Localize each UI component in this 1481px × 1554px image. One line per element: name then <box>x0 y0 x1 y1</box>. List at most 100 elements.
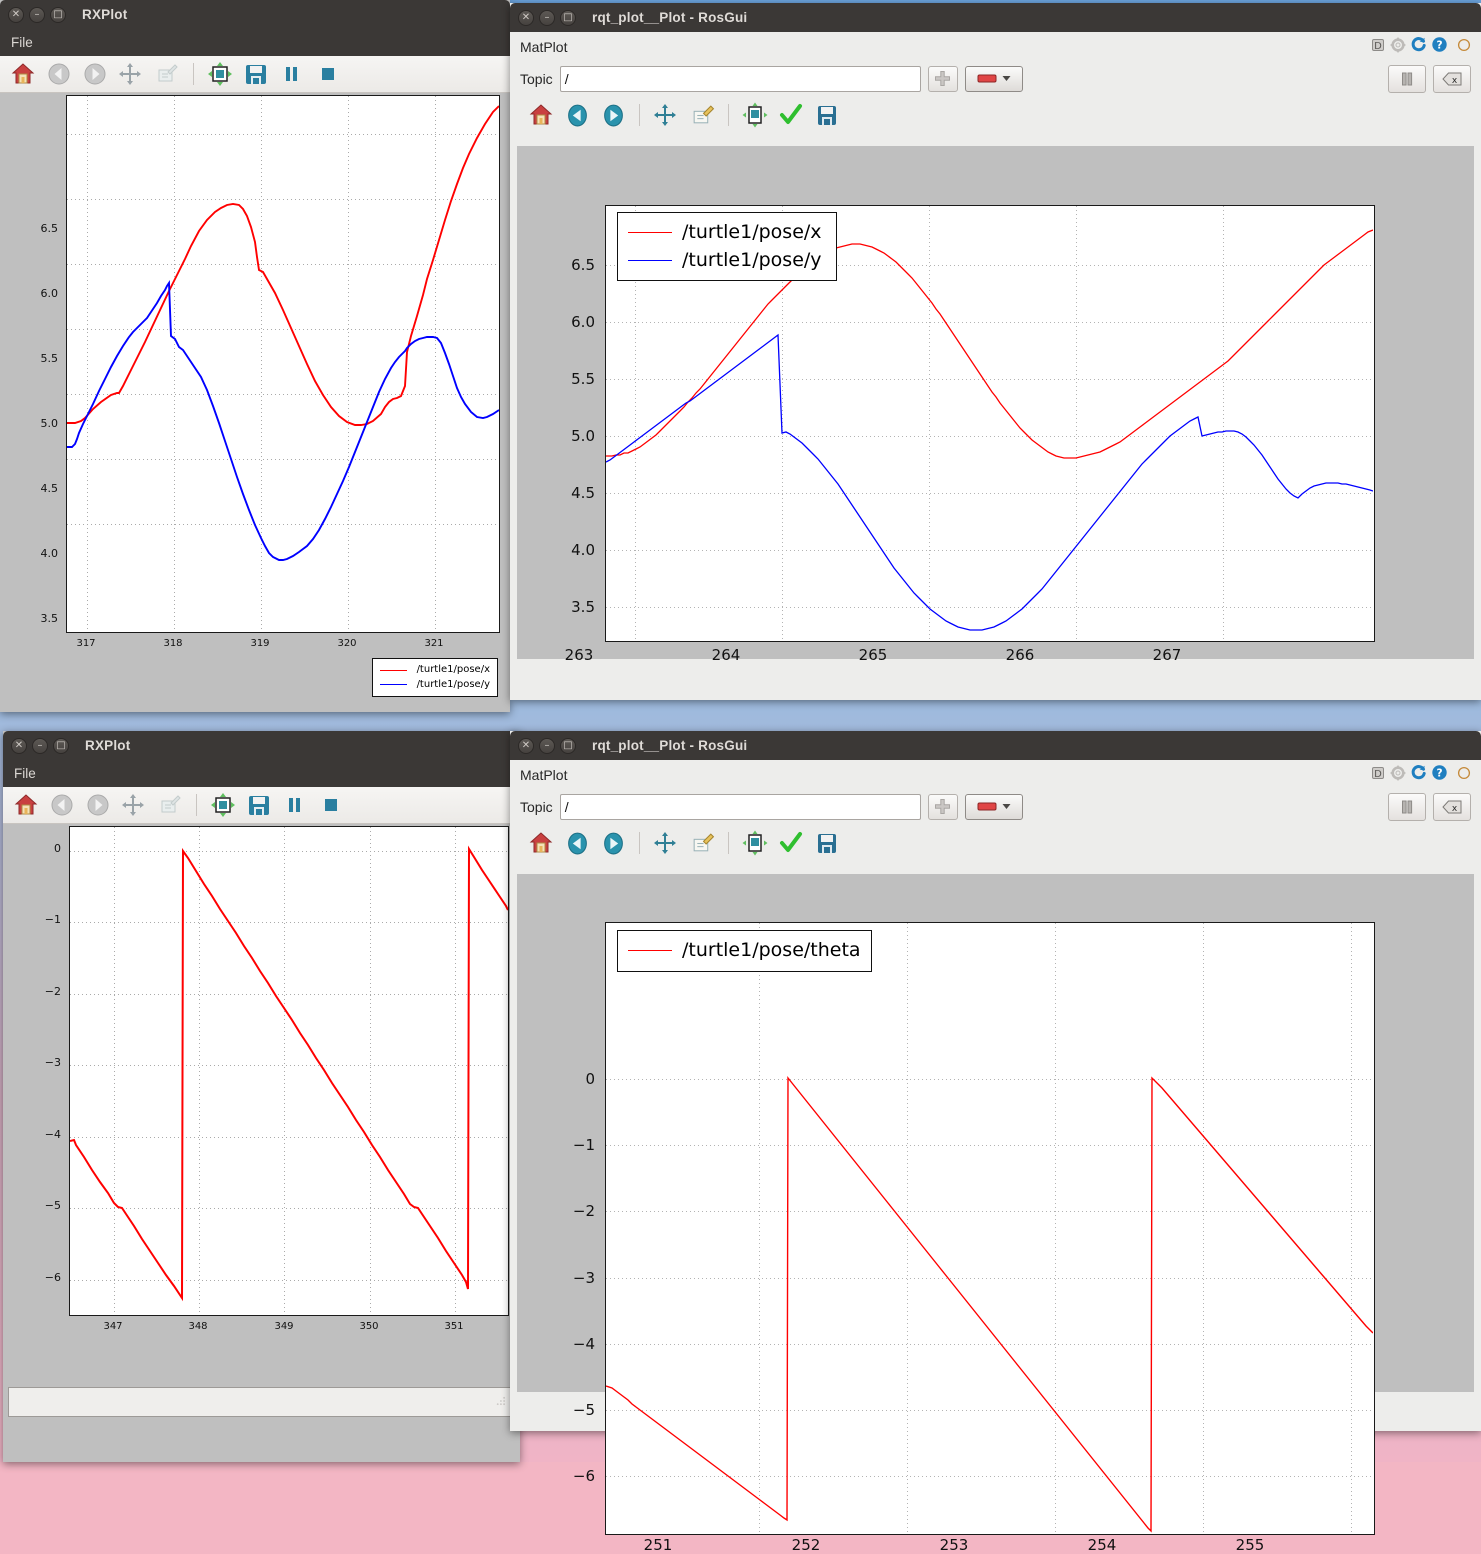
legend-swatch-y <box>380 684 407 686</box>
back-arrow-icon[interactable] <box>562 100 592 130</box>
y-tick-label: 0 <box>585 1070 595 1088</box>
zoom-rect-icon[interactable] <box>687 828 717 858</box>
menubar-rxplot-bottom[interactable]: File <box>3 760 520 787</box>
configure-subplots-icon[interactable] <box>208 790 238 820</box>
maximize-icon[interactable]: □ <box>560 9 576 26</box>
add-topic-button[interactable] <box>927 793 958 820</box>
autoscale-check-icon[interactable] <box>776 100 806 130</box>
toolbar-rxplot-bottom[interactable] <box>3 787 520 824</box>
pause-icon[interactable] <box>277 59 307 89</box>
add-topic-button[interactable] <box>927 65 958 92</box>
stop-icon[interactable] <box>313 59 343 89</box>
svg-text:x: x <box>1452 804 1458 814</box>
gear-icon[interactable] <box>1390 37 1406 58</box>
toolbar-rxplot-top[interactable] <box>0 56 510 93</box>
reload-icon[interactable] <box>1410 764 1427 786</box>
minimize-icon[interactable]: – <box>29 6 45 23</box>
chart-axes-rxplot-top <box>66 95 500 633</box>
save-disk-icon[interactable] <box>244 790 274 820</box>
pause-button[interactable] <box>1388 792 1426 821</box>
zoom-rect-icon[interactable] <box>687 100 717 130</box>
home-icon[interactable] <box>11 790 41 820</box>
configure-subplots-icon[interactable] <box>740 828 770 858</box>
clear-button[interactable]: x <box>1433 64 1471 93</box>
titlebar-rqt-top[interactable]: ✕ – □ rqt_plot__Plot - RosGui <box>510 3 1481 32</box>
window-rxplot-top[interactable]: ✕ – □ RXPlot File 6.5 6.0 5.5 5.0 4.5 4.… <box>0 0 510 712</box>
window-rxplot-bottom[interactable]: ✕ – □ RXPlot File 0 −1 −2 −3 −4 −5 −6 34… <box>3 731 520 1462</box>
y-tick-label: 4.0 <box>40 547 59 560</box>
topic-input[interactable]: / <box>559 65 921 92</box>
pan-move-icon[interactable] <box>116 59 146 89</box>
chart-legend-rqt-bottom: /turtle1/pose/theta <box>617 930 872 972</box>
back-arrow-icon <box>44 59 74 89</box>
maximize-icon[interactable]: □ <box>53 737 69 754</box>
dock-icon[interactable]: D <box>1370 765 1386 786</box>
stop-icon[interactable] <box>316 790 346 820</box>
chart-legend-rqt-top: /turtle1/pose/x /turtle1/pose/y <box>617 212 837 282</box>
y-tick-label: 3.5 <box>571 598 595 616</box>
matplotlib-toolbar-top[interactable] <box>510 95 1481 135</box>
home-icon[interactable] <box>526 100 556 130</box>
plot-pane-rqt-bottom: 0 −1 −2 −3 −4 −5 −6 251 252 253 254 255 <box>517 874 1474 1554</box>
configure-subplots-icon[interactable] <box>740 100 770 130</box>
legend-entry: /turtle1/pose/x <box>380 663 490 678</box>
window-rqt-top[interactable]: ✕ – □ rqt_plot__Plot - RosGui MatPlot D … <box>510 3 1481 700</box>
y-tick-label: 3.5 <box>40 612 59 625</box>
menubar-rxplot-top[interactable]: File <box>0 29 510 56</box>
toolbar-separator <box>728 832 729 854</box>
home-icon[interactable] <box>526 828 556 858</box>
pause-button[interactable] <box>1388 64 1426 93</box>
legend-label-x: /turtle1/pose/x <box>416 664 490 675</box>
topic-label: Topic <box>520 70 553 87</box>
pan-move-icon[interactable] <box>651 828 681 858</box>
chart-legend-rxplot-top: /turtle1/pose/x /turtle1/pose/y <box>372 658 498 697</box>
window-rqt-bottom[interactable]: ✕ – □ rqt_plot__Plot - RosGui MatPlot D … <box>510 731 1481 1554</box>
help-icon[interactable]: ? <box>1431 36 1448 58</box>
forward-arrow-icon[interactable] <box>598 100 628 130</box>
minimize-icon[interactable]: – <box>539 9 555 26</box>
maximize-icon[interactable]: □ <box>50 6 66 23</box>
autoscale-check-icon[interactable] <box>776 828 806 858</box>
help-icon[interactable]: ? <box>1431 764 1448 786</box>
plugin-header-icons[interactable]: D ? <box>1370 36 1471 58</box>
close-icon[interactable]: ✕ <box>11 737 27 754</box>
save-disk-icon[interactable] <box>812 100 842 130</box>
titlebar-rqt-bottom[interactable]: ✕ – □ rqt_plot__Plot - RosGui <box>510 731 1481 760</box>
topic-row-top: Topic / x <box>510 62 1481 95</box>
close-icon[interactable]: ✕ <box>518 9 534 26</box>
plugin-header-icons[interactable]: D ? <box>1370 764 1471 786</box>
configure-subplots-icon[interactable] <box>205 59 235 89</box>
resize-grip-icon[interactable] <box>494 1396 506 1406</box>
close-icon[interactable]: ✕ <box>8 6 24 23</box>
svg-text:x: x <box>1452 76 1458 86</box>
gear-icon[interactable] <box>1390 765 1406 786</box>
titlebar-rxplot-bottom[interactable]: ✕ – □ RXPlot <box>3 731 520 760</box>
remove-topic-button[interactable] <box>964 793 1023 820</box>
minimize-icon[interactable]: – <box>32 737 48 754</box>
home-icon[interactable] <box>8 59 38 89</box>
pan-move-icon[interactable] <box>119 790 149 820</box>
remove-topic-button[interactable] <box>964 65 1023 92</box>
x-tick-label: 317 <box>76 638 96 649</box>
maximize-icon[interactable]: □ <box>560 737 576 754</box>
dock-icon[interactable]: D <box>1370 37 1386 58</box>
minimize-icon[interactable]: – <box>539 737 555 754</box>
y-tick-label: 5.5 <box>571 370 595 388</box>
titlebar-rxplot-top[interactable]: ✕ – □ RXPlot <box>0 0 510 29</box>
save-disk-icon[interactable] <box>241 59 271 89</box>
forward-arrow-icon[interactable] <box>598 828 628 858</box>
menu-item-file[interactable]: File <box>11 35 33 50</box>
back-arrow-icon[interactable] <box>562 828 592 858</box>
y-tick-label: −4 <box>44 1128 61 1141</box>
clear-button[interactable]: x <box>1433 792 1471 821</box>
reload-icon[interactable] <box>1410 36 1427 58</box>
pause-icon[interactable] <box>280 790 310 820</box>
close-icon[interactable]: ✕ <box>518 737 534 754</box>
y-tick-label: 6.5 <box>40 222 59 235</box>
pan-move-icon[interactable] <box>651 100 681 130</box>
topic-input[interactable]: / <box>559 793 921 820</box>
save-disk-icon[interactable] <box>812 828 842 858</box>
y-tick-label: −5 <box>44 1199 61 1212</box>
menu-item-file[interactable]: File <box>14 766 36 781</box>
matplotlib-toolbar-bottom[interactable] <box>510 823 1481 863</box>
